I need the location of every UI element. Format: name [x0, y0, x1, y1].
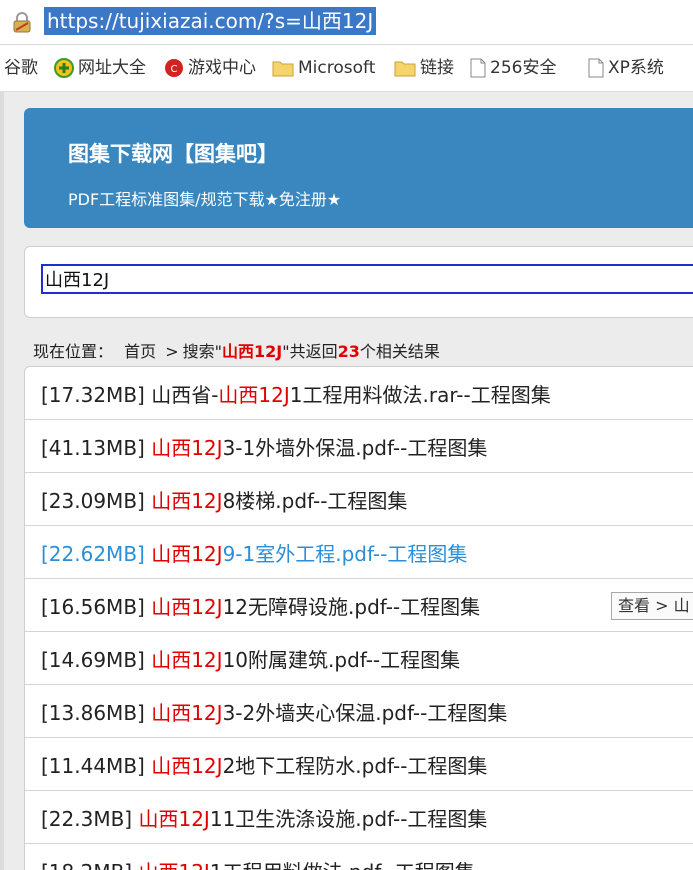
breadcrumb-suffix: 个相关结果 [359, 342, 440, 361]
page-icon [470, 58, 486, 78]
folder-icon [272, 61, 294, 77]
result-link[interactable]: [18.2MB] 山西12J1工程用料做法.pdf--工程图集 [41, 856, 475, 870]
search-input[interactable] [41, 264, 693, 294]
result-row: [17.32MB] 山西省-山西12J1工程用料做法.rar--工程图集 [25, 367, 693, 420]
result-row: [22.3MB] 山西12J11卫生洗涤设施.pdf--工程图集 [25, 791, 693, 844]
breadcrumb-separator: > [165, 342, 179, 361]
result-link[interactable]: [11.44MB] 山西12J2地下工程防水.pdf--工程图集 [41, 750, 487, 779]
address-bar[interactable]: https://tujixiazai.com/?s=山西12J [0, 0, 693, 45]
bookmark-256-security[interactable]: 256安全 [470, 57, 556, 79]
breadcrumb-prefix: 现在位置： [33, 342, 114, 361]
result-link[interactable]: [22.62MB] 山西12J9-1室外工程.pdf--工程图集 [41, 538, 467, 567]
folder-icon [394, 61, 416, 77]
page-content: 图集下载网【图集吧】 PDF工程标准图集/规范下载★免注册★ 现在位置： 首页 … [0, 92, 693, 870]
result-link[interactable]: [14.69MB] 山西12J10附属建筑.pdf--工程图集 [41, 644, 460, 673]
result-link[interactable]: [17.32MB] 山西省-山西12J1工程用料做法.rar--工程图集 [41, 379, 551, 408]
result-link[interactable]: [13.86MB] 山西12J3-2外墙夹心保温.pdf--工程图集 [41, 697, 507, 726]
result-count: 23 [337, 342, 360, 361]
result-row: [11.44MB] 山西12J2地下工程防水.pdf--工程图集 [25, 738, 693, 791]
results-list: [17.32MB] 山西省-山西12J1工程用料做法.rar--工程图集 [41… [24, 366, 693, 870]
result-link[interactable]: [16.56MB] 山西12J12无障碍设施.pdf--工程图集 [41, 591, 480, 620]
result-row: [13.86MB] 山西12J3-2外墙夹心保温.pdf--工程图集 [25, 685, 693, 738]
result-link[interactable]: [23.09MB] 山西12J8楼梯.pdf--工程图集 [41, 485, 407, 514]
page-left-edge [0, 92, 4, 870]
breadcrumb-mid: "共返回 [282, 342, 338, 361]
url-text[interactable]: https://tujixiazai.com/?s=山西12J [44, 7, 377, 35]
result-row: [14.69MB] 山西12J10附属建筑.pdf--工程图集 [25, 632, 693, 685]
breadcrumb: 现在位置： 首页 > 搜索"山西12J"共返回23个相关结果 [33, 338, 440, 362]
bookmark-links[interactable]: 链接 [394, 57, 454, 79]
result-row-hovered: [22.62MB] 山西12J9-1室外工程.pdf--工程图集 [25, 526, 693, 579]
site-title[interactable]: 图集下载网【图集吧】 [68, 138, 278, 168]
result-link[interactable]: [41.13MB] 山西12J3-1外墙外保温.pdf--工程图集 [41, 432, 487, 461]
breadcrumb-search-label: 搜索" [182, 342, 222, 361]
breadcrumb-keyword: 山西12J [222, 342, 283, 361]
bookmark-site-directory[interactable]: 网址大全 [54, 57, 146, 79]
breadcrumb-home[interactable]: 首页 [124, 342, 156, 361]
view-button[interactable]: 查看 > 山 [611, 592, 693, 620]
page-icon [588, 58, 604, 78]
site-subtitle: PDF工程标准图集/规范下载★免注册★ [68, 190, 342, 209]
site-banner: 图集下载网【图集吧】 PDF工程标准图集/规范下载★免注册★ [24, 108, 693, 228]
lock-icon [13, 12, 31, 33]
result-row: [23.09MB] 山西12J8楼梯.pdf--工程图集 [25, 473, 693, 526]
result-row: [18.2MB] 山西12J1工程用料做法.pdf--工程图集 [25, 844, 693, 870]
result-row: [41.13MB] 山西12J3-1外墙外保温.pdf--工程图集 [25, 420, 693, 473]
bookmark-microsoft[interactable]: Microsoft [272, 57, 375, 79]
plus-circle-icon [54, 58, 74, 78]
search-panel [24, 246, 693, 318]
svg-text:C: C [171, 64, 178, 75]
bookmark-game-center[interactable]: C 游戏中心 [164, 57, 256, 79]
bookmark-google[interactable]: 谷歌 [4, 57, 38, 79]
result-row: [16.56MB] 山西12J12无障碍设施.pdf--工程图集 查看 > 山 [25, 579, 693, 632]
bookmarks-bar: 谷歌 网址大全 C 游戏中心 Microsoft 链接 256安全 XP系统 [0, 45, 693, 92]
bookmark-xp-system[interactable]: XP系统 [588, 57, 664, 79]
game-center-icon: C [165, 59, 183, 77]
result-link[interactable]: [22.3MB] 山西12J11卫生洗涤设施.pdf--工程图集 [41, 803, 487, 832]
